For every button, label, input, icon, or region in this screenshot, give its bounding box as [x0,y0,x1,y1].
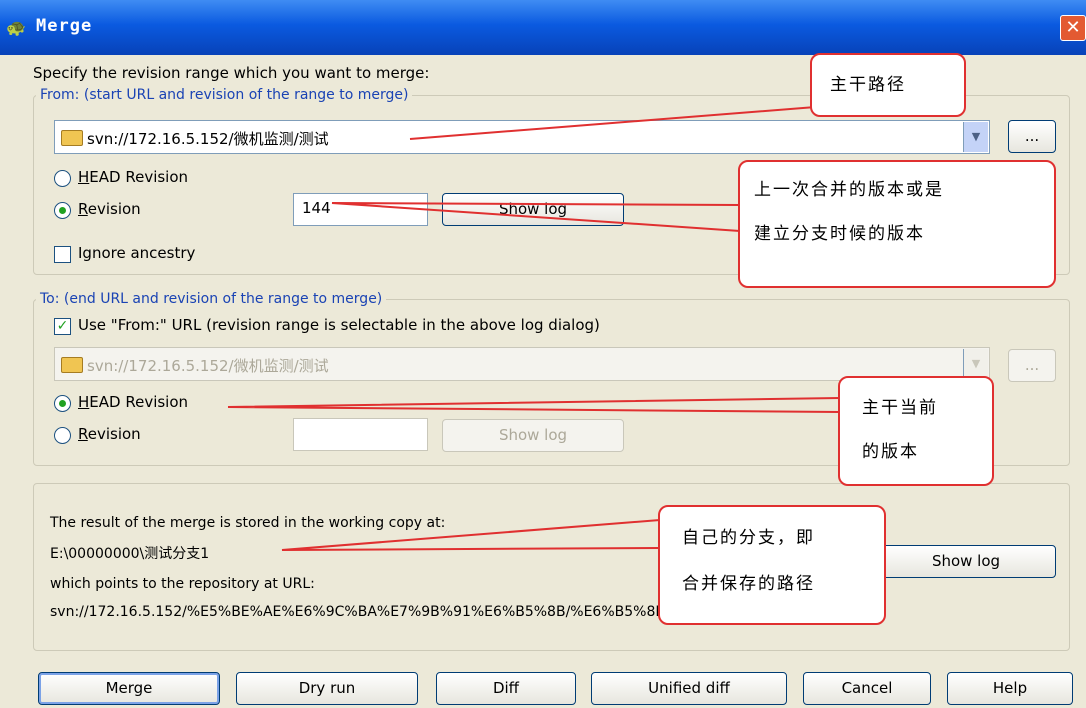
annotation-trunk-current: 主干当前 的版本 [838,376,994,486]
annotation-own-branch: 自己的分支，即 合并保存的路径 [658,505,886,625]
annotation-trunk-current-line-1: 主干当前 [862,398,938,418]
annotation-trunk-current-line-2: 的版本 [862,442,919,462]
callout-pointer-head [227,397,841,413]
annotation-own-branch-line-2: 合并保存的路径 [682,574,815,594]
callout-pointer-branch [281,519,661,551]
annotation-last-merge-line-1: 上一次合并的版本或是 [754,180,944,200]
annotation-last-merge-line-2: 建立分支时候的版本 [754,224,925,244]
annotation-trunk-path: 主干路径 [810,53,966,117]
callout-pointer-revision [331,202,741,232]
merge-dialog: 🐢 Merge ✕ Specify the revision range whi… [0,0,1086,708]
callout-pointer-trunk-path [409,102,867,140]
annotation-last-merge-revision: 上一次合并的版本或是 建立分支时候的版本 [738,160,1056,288]
annotation-own-branch-line-1: 自己的分支，即 [682,528,815,548]
